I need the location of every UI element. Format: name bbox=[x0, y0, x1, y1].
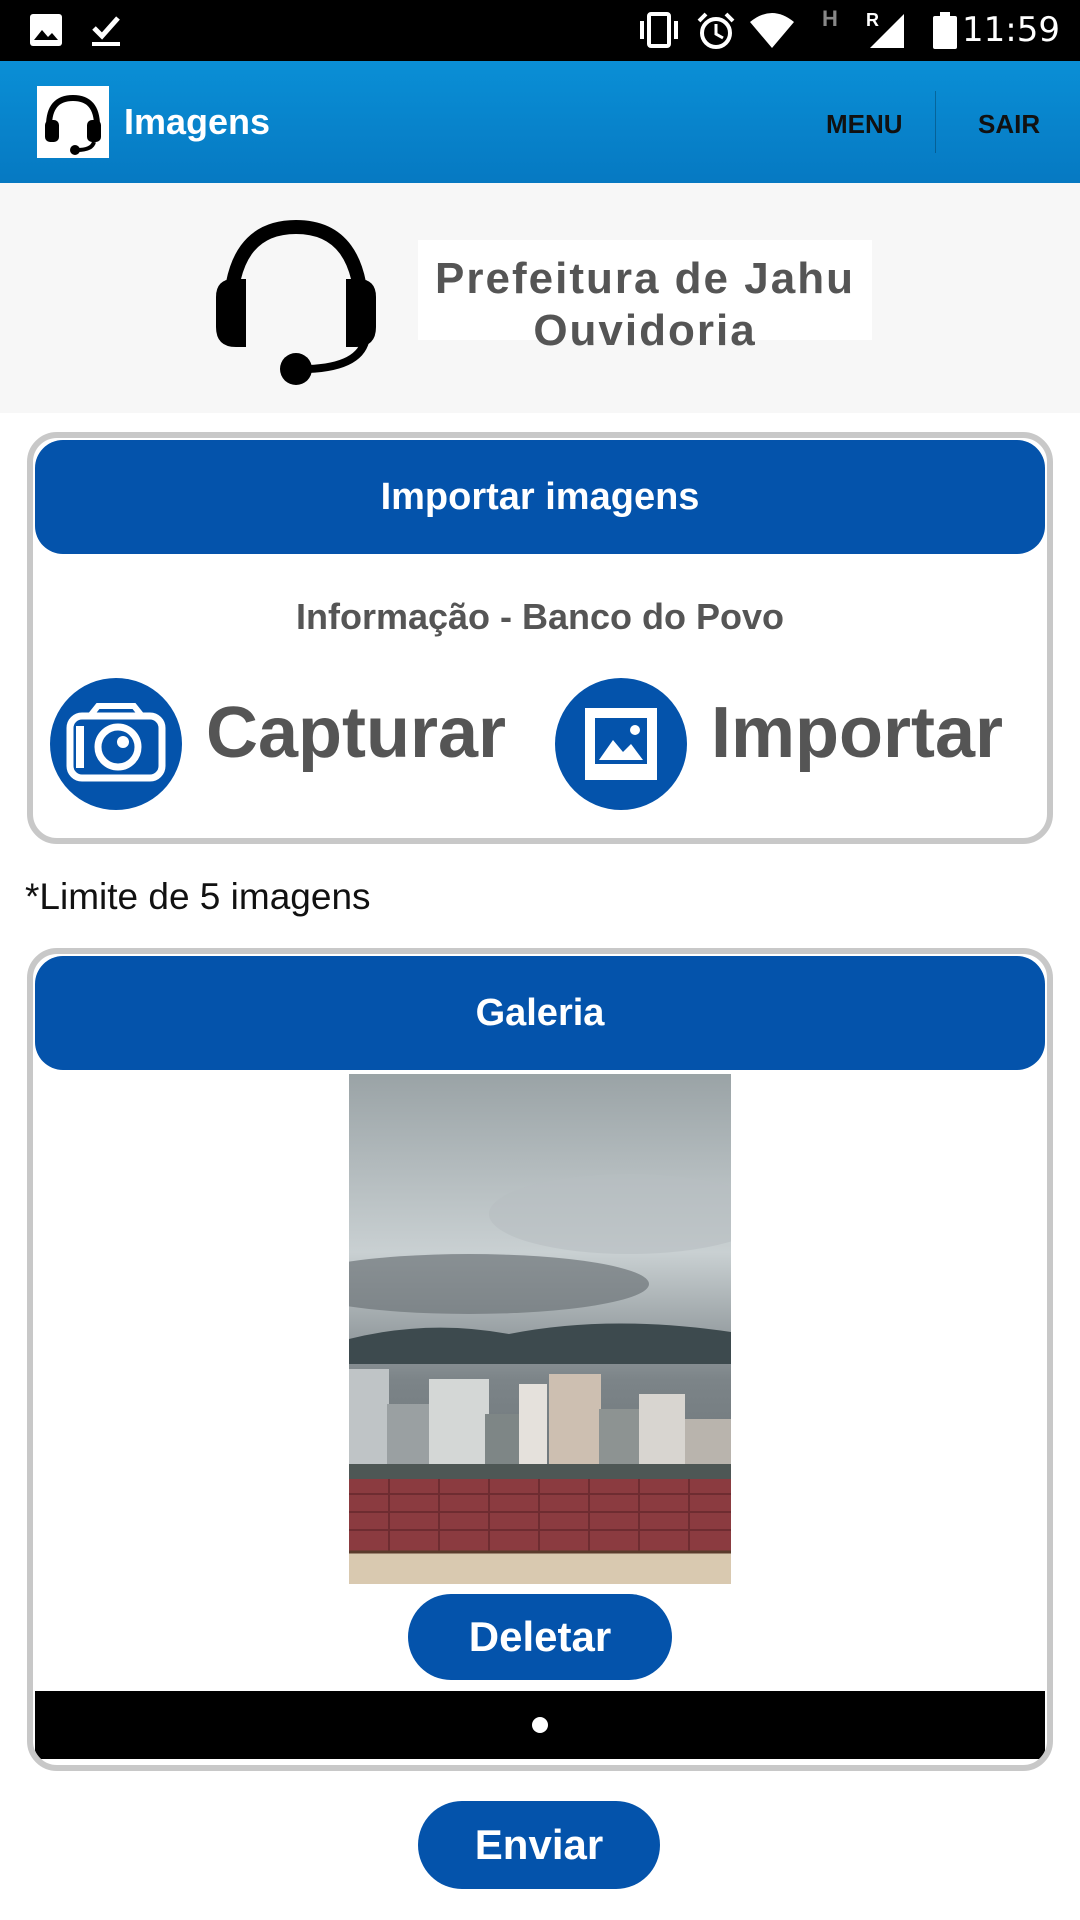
status-bar: H R 11:59 bbox=[0, 0, 1080, 61]
import-panel: Importar imagens Informação - Banco do P… bbox=[27, 432, 1053, 844]
menu-button[interactable]: MENU bbox=[826, 109, 903, 140]
status-time: 11:59 bbox=[962, 10, 1060, 50]
banner-line-2: Ouvidoria bbox=[533, 306, 757, 355]
app-title: Imagens bbox=[124, 101, 271, 142]
gallery-pager bbox=[35, 1691, 1045, 1759]
send-button[interactable]: Enviar bbox=[418, 1801, 660, 1889]
gallery-panel: Galeria Deletar bbox=[27, 948, 1053, 1771]
banner-line-1: Prefeitura de Jahu bbox=[435, 254, 855, 303]
alarm-icon bbox=[696, 12, 736, 55]
battery-icon bbox=[932, 12, 958, 55]
wifi-icon bbox=[748, 12, 796, 55]
headset-icon bbox=[206, 217, 386, 398]
gallery-image[interactable] bbox=[349, 1074, 731, 1584]
import-button[interactable]: Importar bbox=[555, 678, 1035, 812]
image-icon bbox=[28, 12, 64, 53]
limit-text: *Limite de 5 imagens bbox=[25, 876, 371, 917]
import-label: Importar bbox=[711, 693, 1004, 773]
delete-button[interactable]: Deletar bbox=[408, 1594, 672, 1680]
app-bar-divider bbox=[935, 91, 936, 153]
capture-label: Capturar bbox=[206, 693, 507, 773]
headset-icon bbox=[37, 86, 109, 158]
vibrate-icon bbox=[636, 12, 682, 53]
import-panel-header: Importar imagens bbox=[35, 440, 1045, 554]
header-banner: Prefeitura de Jahu Ouvidoria bbox=[0, 183, 1080, 413]
gallery-panel-header: Galeria bbox=[35, 956, 1045, 1070]
pager-dot[interactable] bbox=[532, 1717, 548, 1733]
logout-button[interactable]: SAIR bbox=[978, 109, 1040, 140]
signal-h-icon: H bbox=[822, 6, 838, 31]
banner-title: Prefeitura de Jahu Ouvidoria bbox=[418, 240, 872, 355]
download-done-icon bbox=[88, 12, 124, 53]
info-text: Informação - Banco do Povo bbox=[295, 596, 785, 637]
capture-button[interactable]: Capturar bbox=[50, 678, 530, 812]
image-icon bbox=[555, 678, 687, 810]
app-bar: Imagens MENU SAIR bbox=[0, 61, 1080, 183]
signal-r-icon bbox=[866, 12, 906, 55]
camera-icon bbox=[50, 678, 182, 810]
